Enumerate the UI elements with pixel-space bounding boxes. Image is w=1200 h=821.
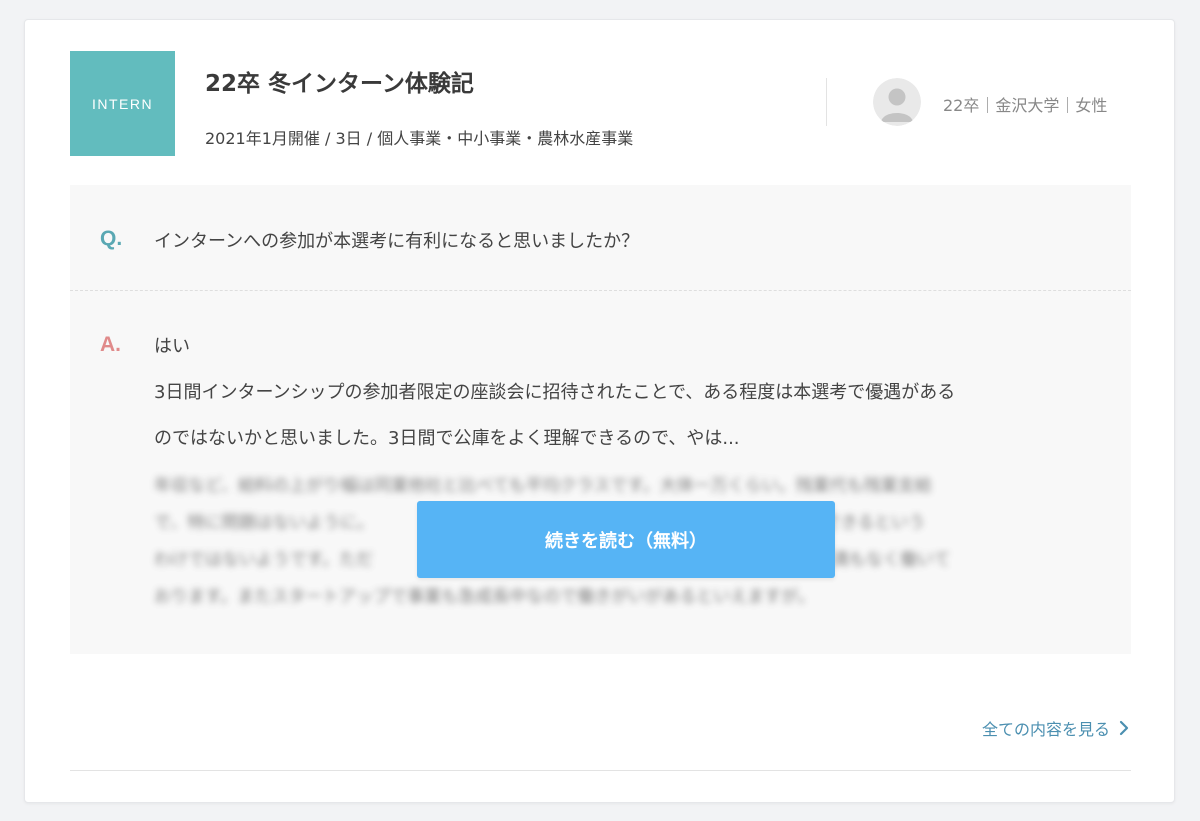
internship-card: INTERN 22卒 冬インターン体験記 2021年1月開催 / 3日 / 個人… xyxy=(24,19,1175,803)
view-all-link[interactable]: 全ての内容を見る xyxy=(982,716,1130,740)
chevron-right-icon xyxy=(1119,720,1129,736)
answer-mark: A. xyxy=(100,333,121,356)
avatar xyxy=(873,78,921,126)
intern-badge: INTERN xyxy=(70,51,175,156)
header-divider xyxy=(826,78,827,126)
intern-badge-label: INTERN xyxy=(91,95,154,112)
blurred-line: 年収など、給料の上がり幅は同業他社と比べても平均クラスです。大体一万くらい。残業… xyxy=(154,476,932,496)
answer-line: 3日間インターンシップの参加者限定の座談会に招待されたことで、ある程度は本選考で… xyxy=(154,382,956,403)
author-info: 22卒｜金沢大学｜女性 xyxy=(943,96,1108,115)
answer-body: 3日間インターンシップの参加者限定の座談会に招待されたことで、ある程度は本選考で… xyxy=(154,370,1114,462)
question-row: Q. インターンへの参加が本選考に有利になると思いましたか？ xyxy=(70,185,1131,291)
footer-divider xyxy=(70,770,1131,771)
answer-short: はい xyxy=(154,336,190,357)
qa-panel: Q. インターンへの参加が本選考に有利になると思いましたか？ A. はい 3日間… xyxy=(70,185,1131,654)
page-title[interactable]: 22卒 冬インターン体験記 xyxy=(205,64,474,98)
internship-meta: 2021年1月開催 / 3日 / 個人事業・中小事業・農林水産事業 xyxy=(205,129,634,148)
question-text: インターンへの参加が本選考に有利になると思いましたか？ xyxy=(154,231,640,252)
blurred-line: おります。またスタートアップで事業も急成長中なので働きがいがあるといえますが。 xyxy=(154,587,815,607)
view-all-label: 全ての内容を見る xyxy=(981,720,1110,739)
question-mark: Q. xyxy=(100,227,123,250)
read-more-button[interactable]: 続きを読む（無料） xyxy=(417,501,835,578)
user-avatar-icon xyxy=(873,78,921,126)
answer-line: のではないかと思いました。3日間で公庫をよく理解できるので、やは... xyxy=(154,428,740,449)
